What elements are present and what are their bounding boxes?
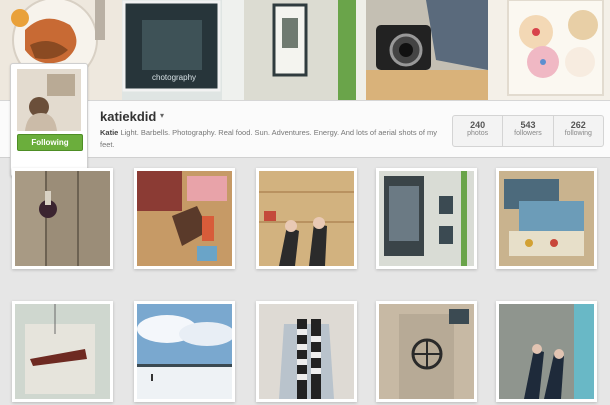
profile-bio: Katie Light. Barbells. Photography. Real… (100, 127, 442, 151)
stat-following-count: 262 (570, 120, 586, 130)
cover-photo-wall-art[interactable] (244, 0, 366, 100)
photo-grid (0, 158, 610, 405)
stat-followers-count: 543 (520, 120, 536, 130)
profile-username[interactable]: katiekdid (100, 109, 156, 124)
photo-feet-wood-floor[interactable] (256, 168, 357, 269)
cover-photo-camera[interactable] (366, 0, 488, 100)
photo-framed-art-wall[interactable] (376, 168, 477, 269)
bio-text: Light. Barbells. Photography. Real food.… (100, 128, 438, 149)
cover-photo-cupcakes[interactable] (488, 0, 610, 100)
profile-bar: Following katiekdid ▾ Katie Light. Barbe… (0, 63, 610, 177)
cover-caption: chotography (152, 73, 196, 82)
chevron-down-icon[interactable]: ▾ (160, 111, 164, 120)
cover-photo-framed-print[interactable]: chotography (122, 0, 244, 100)
photo-tshirt-wheel-print[interactable] (376, 301, 477, 402)
stat-followers-label: followers (514, 130, 542, 137)
avatar[interactable] (17, 69, 81, 131)
photo-paint-palettes[interactable] (496, 168, 597, 269)
stat-following-label: following (564, 130, 592, 137)
photo-feet-on-rocks[interactable] (496, 301, 597, 402)
photo-clothes-flatlay[interactable] (134, 168, 235, 269)
photo-wood-table-drink[interactable] (12, 168, 113, 269)
stat-photos-label: photos (467, 130, 489, 137)
profile-stats: 240 photos 543 followers 262 following (452, 115, 604, 147)
stat-followers[interactable]: 543 followers (502, 116, 552, 146)
photo-striped-scarf-outfit[interactable] (256, 301, 357, 402)
stat-following[interactable]: 262 following (552, 116, 603, 146)
photo-snowy-field-sky[interactable] (134, 301, 235, 402)
stat-photos-count: 240 (470, 120, 486, 130)
stat-photos[interactable]: 240 photos (453, 116, 502, 146)
cover-strip: chotography (0, 0, 610, 100)
following-button[interactable]: Following (17, 134, 83, 151)
bio-name: Katie (100, 128, 119, 137)
photo-hanging-ornament[interactable] (12, 301, 113, 402)
